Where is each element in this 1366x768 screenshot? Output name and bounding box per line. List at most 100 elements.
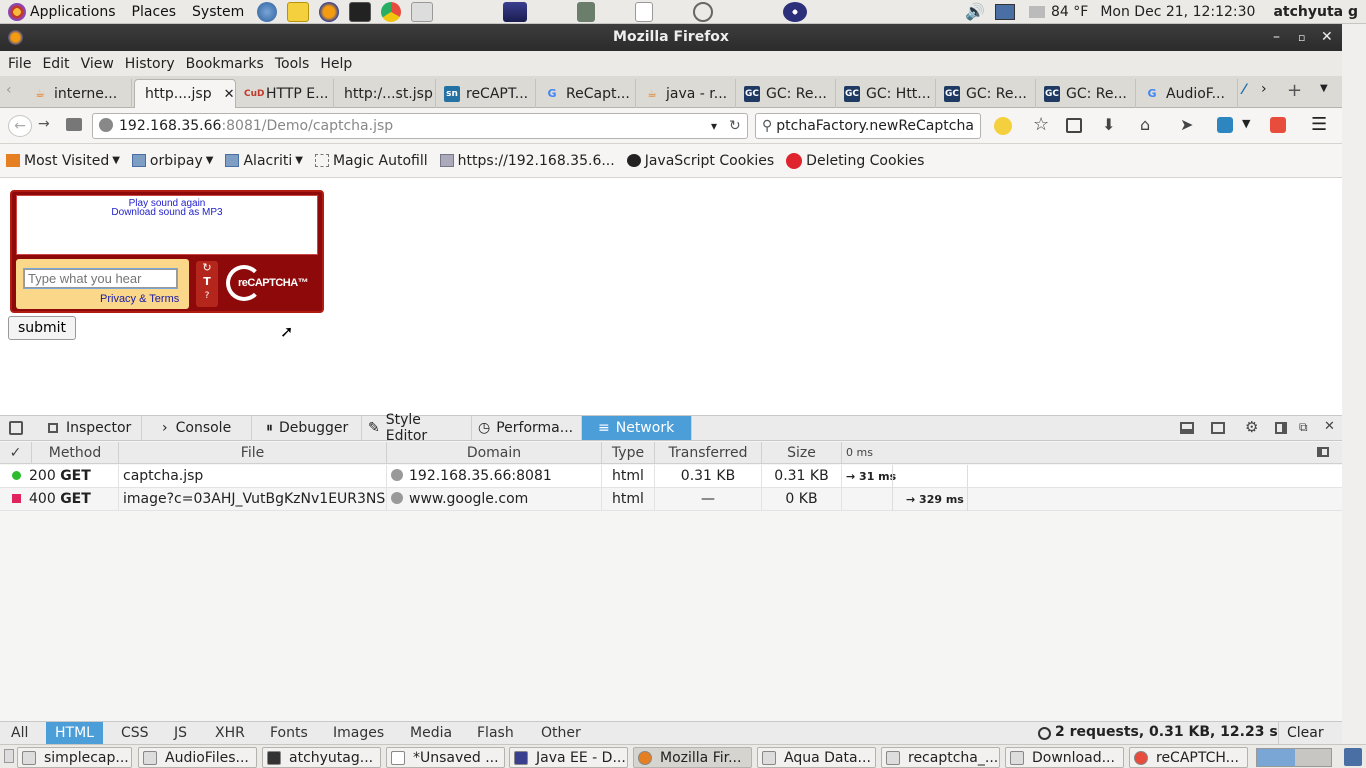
task-audiofiles[interactable]: AudioFiles... xyxy=(138,747,257,768)
applications-menu[interactable]: Applications xyxy=(0,2,124,21)
tab-2-active[interactable]: http....jsp ✕ xyxy=(134,79,236,108)
list-all-tabs-icon[interactable]: ▼ xyxy=(1320,83,1328,94)
music-addon-icon[interactable] xyxy=(1217,117,1233,133)
filter-images[interactable]: Images xyxy=(324,722,393,745)
task-java-ee[interactable]: Java EE - D... xyxy=(509,747,628,768)
trash-icon[interactable] xyxy=(1344,748,1362,766)
close-devtools-icon[interactable]: ✕ xyxy=(1324,419,1335,434)
tab-style-editor[interactable]: ✎ Style Editor xyxy=(362,412,472,444)
bookmark-magic-autofill[interactable]: Magic Autofill xyxy=(314,153,428,169)
hamburger-menu-icon[interactable]: ☰ xyxy=(1311,114,1327,135)
text-editor-icon[interactable] xyxy=(635,1,654,22)
terminal-launcher-icon[interactable] xyxy=(349,1,372,22)
chrome-launcher-icon[interactable] xyxy=(381,1,402,22)
addon-dropdown-icon[interactable]: ▼ xyxy=(1242,117,1250,130)
menu-edit[interactable]: Edit xyxy=(38,56,73,72)
bookmark-javascript-cookies[interactable]: JavaScript Cookies xyxy=(626,153,774,169)
bookmark-most-visited[interactable]: Most Visited ▼ xyxy=(6,153,120,169)
task-simplecap[interactable]: simplecap... xyxy=(17,747,132,768)
tab-inspector[interactable]: Inspector xyxy=(34,416,142,440)
filter-other[interactable]: Other xyxy=(532,722,590,745)
home-icon[interactable]: ⌂ xyxy=(1140,115,1150,134)
tab-9[interactable]: GC GC: Htt... xyxy=(838,79,936,108)
reading-list-icon[interactable] xyxy=(1066,118,1082,133)
pick-element-icon[interactable] xyxy=(9,421,23,435)
tab-6[interactable]: G ReCapt... xyxy=(538,79,636,108)
tab-11[interactable]: GC GC: Re... xyxy=(1038,79,1136,108)
minimize-icon[interactable]: – xyxy=(1273,24,1280,51)
maximize-icon[interactable]: ▫ xyxy=(1298,24,1305,51)
places-menu[interactable]: Places xyxy=(124,4,185,20)
text-challenge-icon[interactable]: T xyxy=(196,275,218,289)
tab-scroll-right-icon[interactable]: › xyxy=(1261,81,1267,97)
filter-all[interactable]: All xyxy=(2,722,37,745)
bookmark-star-icon[interactable]: ☆ xyxy=(1033,114,1049,135)
workspace-switcher[interactable] xyxy=(1256,748,1332,767)
menu-history[interactable]: History xyxy=(121,56,179,72)
menu-file[interactable]: File xyxy=(4,56,35,72)
tab-10[interactable]: GC GC: Re... xyxy=(938,79,1036,108)
notes-icon[interactable] xyxy=(287,1,310,22)
header-domain[interactable]: Domain xyxy=(387,442,602,464)
privacy-terms-link[interactable]: Privacy & Terms xyxy=(100,293,179,305)
header-type[interactable]: Type xyxy=(602,442,655,464)
network-row-2[interactable]: 400 GET image?c=03AHJ_VutBgKzNv1EUR3NS..… xyxy=(0,488,1342,511)
weather-temp[interactable]: 84 °F xyxy=(1051,4,1088,20)
tab-debugger[interactable]: ⏸ Debugger xyxy=(252,416,362,440)
file-manager-icon[interactable] xyxy=(411,1,434,22)
workspace-1[interactable] xyxy=(1257,749,1295,766)
network-row-1[interactable]: 200 GET captcha.jsp 192.168.35.66:8081 h… xyxy=(0,465,1342,488)
filter-html[interactable]: HTML xyxy=(46,722,103,745)
user-name[interactable]: atchyuta g xyxy=(1273,4,1358,20)
bookmark-alacriti[interactable]: Alacriti ▼ xyxy=(225,153,303,169)
header-file[interactable]: File xyxy=(119,442,387,464)
dock-side-icon[interactable] xyxy=(1275,422,1287,434)
tab-1[interactable]: ☕ interne... xyxy=(26,79,132,108)
bookmark-deleting-cookies[interactable]: Deleting Cookies xyxy=(786,152,924,169)
header-transferred[interactable]: Transferred xyxy=(655,442,762,464)
task-recaptcha-file[interactable]: recaptcha_... xyxy=(881,747,1000,768)
reload-icon[interactable]: ↻ xyxy=(729,114,741,138)
menu-view[interactable]: View xyxy=(77,56,118,72)
task-recaptcha-chrome[interactable]: reCAPTCH... xyxy=(1129,747,1248,768)
tab-console[interactable]: › Console xyxy=(142,416,252,440)
back-icon[interactable]: ← xyxy=(8,115,32,137)
task-aqua-data[interactable]: Aqua Data... xyxy=(757,747,876,768)
clock[interactable]: Mon Dec 21, 12:12:30 xyxy=(1100,4,1255,20)
url-dropdown-icon[interactable]: ▾ xyxy=(711,114,717,138)
downloads-icon[interactable]: ⬇ xyxy=(1102,115,1115,134)
menu-tools[interactable]: Tools xyxy=(271,56,314,72)
tab-scroll-left-icon[interactable]: ‹ xyxy=(6,82,12,98)
header-size[interactable]: Size xyxy=(762,442,842,464)
close-window-icon[interactable]: ✕ xyxy=(1321,24,1333,51)
window-titlebar[interactable]: Mozilla Firefox – ▫ ✕ xyxy=(0,24,1342,51)
task-terminal[interactable]: atchyutag... xyxy=(262,747,381,768)
header-timeline[interactable]: 0 ms xyxy=(842,442,882,464)
pdf-addon-icon[interactable] xyxy=(1270,117,1286,133)
search-bar[interactable]: ⚲ ptchaFactory.newReCaptcha xyxy=(755,113,981,139)
eclipse-alt-icon[interactable] xyxy=(783,1,808,22)
power-icon[interactable] xyxy=(693,1,714,22)
header-method[interactable]: Method xyxy=(32,442,119,464)
new-tab-icon[interactable]: + xyxy=(1287,80,1302,101)
undock-icon[interactable]: ⧉ xyxy=(1299,420,1308,435)
reload-captcha-icon[interactable]: ↻ xyxy=(196,261,218,275)
settings-gear-icon[interactable]: ⚙ xyxy=(1245,418,1258,436)
filter-media[interactable]: Media xyxy=(401,722,461,745)
help-icon[interactable]: ? xyxy=(196,289,218,303)
filter-css[interactable]: CSS xyxy=(112,722,158,745)
clear-button[interactable]: Clear xyxy=(1278,722,1332,745)
task-downloads[interactable]: Download... xyxy=(1005,747,1124,768)
network-icon[interactable] xyxy=(995,3,1016,20)
tab-performance[interactable]: ◷ Performa... xyxy=(472,416,582,440)
url-bar[interactable]: 192.168.35.66:8081/Demo/captcha.jsp ▾ ↻ xyxy=(92,113,748,139)
send-icon[interactable]: ➤ xyxy=(1180,115,1193,134)
tab-3[interactable]: CuD HTTP E... xyxy=(238,79,334,108)
forward-icon[interactable]: → xyxy=(38,116,50,132)
toggle-sidebar-icon[interactable] xyxy=(1317,447,1329,457)
site-identity-icon[interactable] xyxy=(99,118,113,132)
responsive-icon[interactable] xyxy=(1211,422,1225,434)
tab-4[interactable]: http:/...st.jsp xyxy=(336,79,436,108)
tab-8[interactable]: GC GC: Re... xyxy=(738,79,836,108)
firefox-launcher-icon[interactable] xyxy=(319,1,340,22)
